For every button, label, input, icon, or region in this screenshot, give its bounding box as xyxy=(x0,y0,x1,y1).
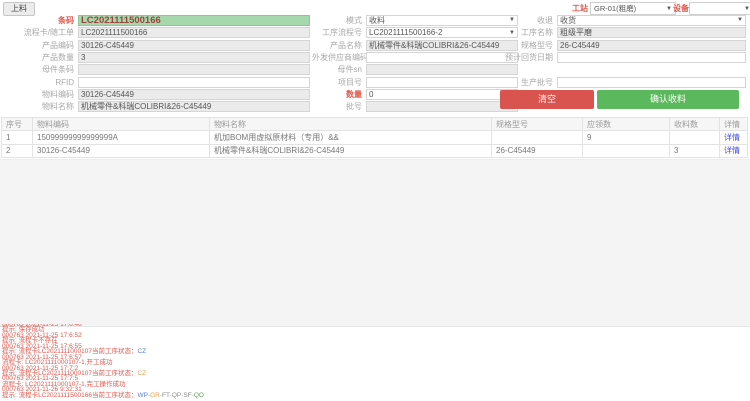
expected-return-date-label: 预计回货日期 xyxy=(468,52,557,63)
table-row: 1 15099999999999999A 机加BOM用虚拟原材料（专用）&& 9… xyxy=(2,131,748,145)
col-spec-model: 规格型号 xyxy=(492,118,583,131)
cell-claim xyxy=(583,144,670,158)
col-material-code: 物料编码 xyxy=(33,118,210,131)
cell-spec xyxy=(492,131,583,145)
barcode-input[interactable]: LC2021111500166 xyxy=(78,15,310,26)
flowcard-input[interactable]: LC2021111500166 xyxy=(78,27,310,38)
station-select-value: GR-01(粗磨) xyxy=(594,3,636,14)
project-no-label: 项目号 xyxy=(312,77,366,88)
parent-barcode-label: 母件条码 xyxy=(0,64,78,75)
product-code-input[interactable]: 30126-C45449 xyxy=(78,40,310,51)
quantity-input[interactable]: 0 xyxy=(366,89,518,100)
station-label: 工站 xyxy=(572,3,588,14)
product-qty-input[interactable]: 3 xyxy=(78,52,310,63)
receive-return-select[interactable]: 收货 ▼ xyxy=(557,15,746,26)
device-select[interactable]: ▼ xyxy=(689,2,750,15)
product-code-label: 产品编码 xyxy=(0,40,78,51)
receive-return-value: 收货 xyxy=(560,16,576,25)
process-name-label: 工序名称 xyxy=(468,27,557,38)
station-select[interactable]: GR-01(粗磨) ▼ xyxy=(590,2,676,15)
rfid-label: RFID xyxy=(0,78,78,87)
process-flow-no-value: LC2021111500166-2 xyxy=(369,28,442,37)
cell-spec: 26-C45449 xyxy=(492,144,583,158)
detail-link[interactable]: 详情 xyxy=(724,133,740,142)
spec-model-label: 规格型号 xyxy=(468,40,557,51)
col-detail: 详情 xyxy=(720,118,748,131)
cell-detail: 详情 xyxy=(720,144,748,158)
log-area: 000763 2021-11-25 17:6:48提示: 保存成功000763 … xyxy=(2,324,748,401)
cell-seq: 2 xyxy=(2,144,33,158)
table-header-row: 序号 物料编码 物料名称 规格型号 应领数 收料数 详情 xyxy=(2,118,748,131)
device-label: 设备 xyxy=(673,3,689,14)
quantity-label: 数量 xyxy=(312,89,366,100)
process-flow-no-label: 工序流程号 xyxy=(312,27,366,38)
col-seq: 序号 xyxy=(2,118,33,131)
receive-return-label: 收退 xyxy=(468,15,557,26)
material-code-input[interactable]: 30126-C45449 xyxy=(78,89,310,100)
chevron-down-icon: ▼ xyxy=(666,6,672,12)
barcode-label: 条码 xyxy=(0,15,78,26)
chevron-down-icon: ▼ xyxy=(737,17,743,23)
cell-material-name: 机加BOM用虚拟原材料（专用）&& xyxy=(210,131,492,145)
material-code-label: 物料编码 xyxy=(0,89,78,100)
clear-button[interactable]: 清空 xyxy=(500,90,594,109)
materials-table: 序号 物料编码 物料名称 规格型号 应领数 收料数 详情 1 150999999… xyxy=(1,117,748,158)
log-line: 提示: 流程卡LC2021111500166当前工序状态：WP-GR-FT-QP… xyxy=(2,393,748,398)
col-material-name: 物料名称 xyxy=(210,118,492,131)
col-claim-qty: 应领数 xyxy=(583,118,670,131)
production-lot-label: 生产批号 xyxy=(468,77,557,88)
lot-no-input[interactable] xyxy=(366,101,518,112)
mode-label: 模式 xyxy=(312,15,366,26)
parent-sn-label: 母件sn xyxy=(312,64,366,75)
expected-return-date-input[interactable] xyxy=(557,52,746,63)
col-received-qty: 收料数 xyxy=(670,118,720,131)
form-column-left: 条码 LC2021111500166 流程卡/随工单 LC20211115001… xyxy=(0,15,310,114)
parent-barcode-input[interactable] xyxy=(78,64,310,75)
cell-detail: 详情 xyxy=(720,131,748,145)
upload-material-screen: 上料 工站 GR-01(粗磨) ▼ 设备 ▼ 条码 LC202111150016… xyxy=(0,0,750,401)
product-name-label: 产品名称 xyxy=(312,40,366,51)
rfid-input[interactable] xyxy=(78,77,310,88)
cell-received: 3 xyxy=(670,144,720,158)
cell-seq: 1 xyxy=(2,131,33,145)
supplier-code-label: 外发供应商编码 xyxy=(312,52,366,63)
cell-received xyxy=(670,131,720,145)
flowcard-label: 流程卡/随工单 xyxy=(0,27,78,38)
empty-content-panel xyxy=(0,159,750,327)
production-lot-input[interactable] xyxy=(557,77,746,88)
lot-no-label: 批号 xyxy=(312,101,366,112)
detail-link[interactable]: 详情 xyxy=(724,146,740,155)
chevron-down-icon: ▼ xyxy=(744,6,750,12)
form-column-right: 收退 收货 ▼ 工序名称 粗级平磨 规格型号 26-C45449 预计回货日期 生… xyxy=(468,15,746,89)
cell-claim: 9 xyxy=(583,131,670,145)
cell-material-name: 机械零件&科瑞COLIBRI&26-C45449 xyxy=(210,144,492,158)
material-name-input[interactable]: 机械零件&科瑞COLIBRI&26-C45449 xyxy=(78,101,310,112)
process-name-input[interactable]: 粗级平磨 xyxy=(557,27,746,38)
confirm-receive-button[interactable]: 确认收料 xyxy=(597,90,739,109)
product-qty-label: 产品数量 xyxy=(0,52,78,63)
material-name-label: 物料名称 xyxy=(0,101,78,112)
mode-select-value: 收料 xyxy=(369,16,385,25)
cell-material-code: 30126-C45449 xyxy=(33,144,210,158)
spec-model-input[interactable]: 26-C45449 xyxy=(557,40,746,51)
cell-material-code: 15099999999999999A xyxy=(33,131,210,145)
table-row: 2 30126-C45449 机械零件&科瑞COLIBRI&26-C45449 … xyxy=(2,144,748,158)
